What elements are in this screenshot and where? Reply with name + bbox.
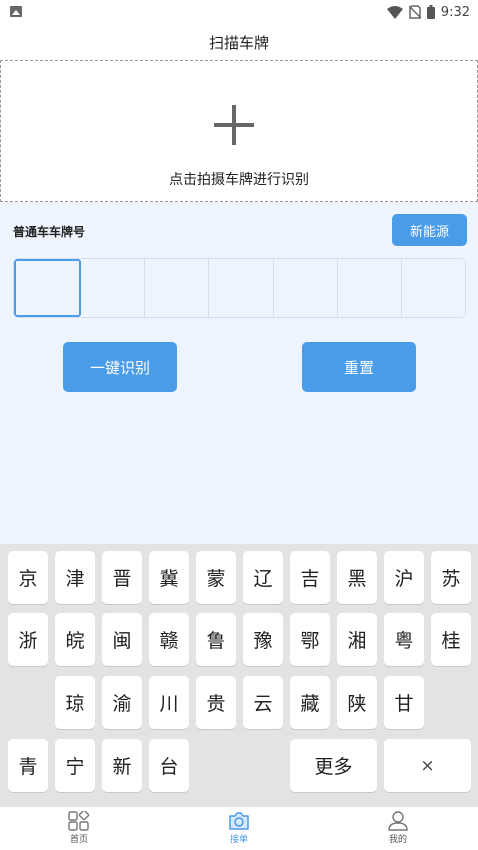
- key-province[interactable]: 京: [8, 551, 48, 604]
- plate-panel: 普通车车牌号 新能源 一键识别 重置: [0, 202, 478, 544]
- plate-cell-2[interactable]: [81, 259, 146, 317]
- tab-home[interactable]: 首页: [39, 807, 119, 850]
- key-province[interactable]: 鄂: [290, 613, 330, 666]
- key-province[interactable]: 贵: [196, 676, 236, 729]
- status-bar: 9:32: [0, 0, 478, 24]
- key-province[interactable]: 川: [149, 676, 189, 729]
- plate-cell-3[interactable]: [145, 259, 210, 317]
- key-province[interactable]: 吉: [290, 551, 330, 604]
- user-icon: [388, 811, 408, 831]
- key-province[interactable]: 甘: [384, 676, 424, 729]
- key-province[interactable]: 藏: [290, 676, 330, 729]
- key-province[interactable]: 云: [243, 676, 283, 729]
- key-province[interactable]: 苏: [431, 551, 471, 604]
- key-province[interactable]: 鲁: [196, 613, 236, 666]
- delete-key[interactable]: ×: [384, 739, 471, 792]
- key-province[interactable]: 台: [149, 739, 189, 792]
- key-province[interactable]: 蒙: [196, 551, 236, 604]
- capture-area[interactable]: 点击拍摄车牌进行识别: [0, 60, 478, 202]
- key-province[interactable]: 辽: [243, 551, 283, 604]
- plate-cell-7[interactable]: [401, 259, 465, 317]
- page-header: 扫描车牌: [0, 24, 478, 60]
- status-time: 9:32: [440, 4, 470, 20]
- plate-cell-5[interactable]: [273, 259, 338, 317]
- home-grid-icon: [68, 811, 90, 831]
- key-province[interactable]: 粤: [384, 613, 424, 666]
- tab-mine[interactable]: 我的: [358, 807, 438, 850]
- key-province[interactable]: 桂: [431, 613, 471, 666]
- reset-button[interactable]: 重置: [302, 342, 416, 392]
- tab-label: 首页: [69, 835, 88, 845]
- key-province[interactable]: 琼: [55, 676, 95, 729]
- plate-input: [13, 258, 466, 318]
- key-province[interactable]: 渝: [102, 676, 142, 729]
- page-title: 扫描车牌: [208, 33, 269, 52]
- camera-icon: [229, 812, 249, 830]
- key-province[interactable]: 晋: [102, 551, 142, 604]
- new-energy-button[interactable]: 新能源: [392, 214, 467, 246]
- tab-label: 我的: [388, 835, 407, 845]
- key-province[interactable]: 黑: [337, 551, 377, 604]
- key-province[interactable]: 浙: [8, 613, 48, 666]
- plate-cell-1[interactable]: [14, 259, 82, 317]
- recognize-button[interactable]: 一键识别: [63, 342, 177, 392]
- key-province[interactable]: 豫: [243, 613, 283, 666]
- key-province[interactable]: 闽: [102, 613, 142, 666]
- wifi-icon: [386, 5, 403, 19]
- tab-orders[interactable]: 接单: [199, 807, 279, 850]
- key-province[interactable]: 湘: [337, 613, 377, 666]
- key-province[interactable]: 沪: [384, 551, 424, 604]
- plate-cell-6[interactable]: [337, 259, 402, 317]
- status-icons: 9:32: [386, 3, 470, 21]
- more-key[interactable]: 更多: [290, 739, 377, 792]
- tab-label: 接单: [229, 835, 248, 845]
- plate-type-label: 普通车车牌号: [13, 225, 86, 239]
- no-sim-icon: [408, 5, 421, 19]
- key-province[interactable]: 皖: [55, 613, 95, 666]
- battery-icon: [426, 5, 435, 19]
- capture-hint: 点击拍摄车牌进行识别: [169, 172, 309, 188]
- key-province[interactable]: 赣: [149, 613, 189, 666]
- gallery-notification-icon: [10, 6, 22, 17]
- key-province[interactable]: 陕: [337, 676, 377, 729]
- plate-cell-4[interactable]: [209, 259, 274, 317]
- key-province[interactable]: 青: [8, 739, 48, 792]
- key-province[interactable]: 新: [102, 739, 142, 792]
- key-province[interactable]: 津: [55, 551, 95, 604]
- key-province[interactable]: 冀: [149, 551, 189, 604]
- bottom-tab-bar: 首页 接单 我的: [0, 806, 478, 850]
- province-keyboard: 京 津 晋 冀 蒙 辽 吉 黑 沪 苏 浙 皖 闽 赣 鲁 豫 鄂 湘 粤 桂 …: [0, 544, 478, 806]
- plus-icon: [214, 105, 254, 145]
- key-province[interactable]: 宁: [55, 739, 95, 792]
